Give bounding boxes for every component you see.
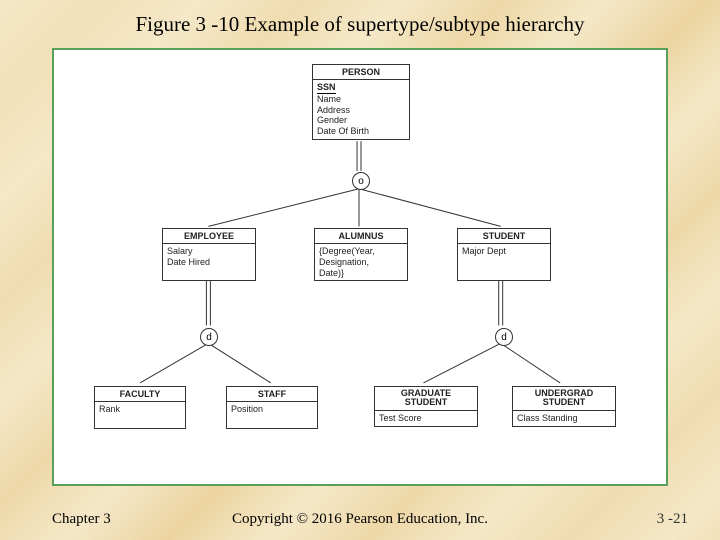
entity-employee-attr-0: Salary [167, 246, 251, 257]
disjoint-constraint-right: d [495, 328, 513, 346]
entity-graduate-student-attr-0: Test Score [379, 413, 473, 424]
entity-employee-name: EMPLOYEE [163, 229, 255, 244]
entity-alumnus-name: ALUMNUS [315, 229, 407, 244]
entity-alumnus-attr-1: Designation, [319, 257, 403, 268]
entity-faculty-attr-0: Rank [99, 404, 181, 415]
entity-person-attr-2: Gender [317, 115, 405, 126]
disjoint-constraint-left: d [200, 328, 218, 346]
entity-person-attr-1: Address [317, 105, 405, 116]
entity-graduate-student-name: GRADUATE STUDENT [375, 387, 477, 411]
entity-person: PERSON SSN Name Address Gender Date Of B… [312, 64, 410, 140]
entity-staff: STAFF Position [226, 386, 318, 429]
entity-faculty: FACULTY Rank [94, 386, 186, 429]
entity-student-name: STUDENT [458, 229, 550, 244]
entity-graduate-student: GRADUATE STUDENT Test Score [374, 386, 478, 427]
entity-alumnus-attr-0: {Degree(Year, [319, 246, 403, 257]
entity-undergrad-student: UNDERGRAD STUDENT Class Standing [512, 386, 616, 427]
diagram-canvas: PERSON SSN Name Address Gender Date Of B… [52, 48, 668, 486]
entity-student-attr-0: Major Dept [462, 246, 546, 257]
copyright-text: Copyright © 2016 Pearson Education, Inc. [0, 511, 720, 528]
entity-student: STUDENT Major Dept [457, 228, 551, 281]
entity-person-attr-3: Date Of Birth [317, 126, 405, 137]
overlap-constraint: o [352, 172, 370, 190]
entity-staff-attr-0: Position [231, 404, 313, 415]
entity-employee-attr-1: Date Hired [167, 257, 251, 268]
figure-title: Figure 3 -10 Example of supertype/subtyp… [0, 12, 720, 37]
entity-alumnus-attr-2: Date)} [319, 268, 403, 279]
entity-alumnus: ALUMNUS {Degree(Year, Designation, Date)… [314, 228, 408, 281]
entity-person-key: SSN [317, 82, 336, 94]
entity-undergrad-student-name: UNDERGRAD STUDENT [513, 387, 615, 411]
entity-person-name: PERSON [313, 65, 409, 80]
entity-staff-name: STAFF [227, 387, 317, 402]
page-number: 3 -21 [657, 511, 688, 528]
entity-undergrad-student-attr-0: Class Standing [517, 413, 611, 424]
entity-employee: EMPLOYEE Salary Date Hired [162, 228, 256, 281]
entity-faculty-name: FACULTY [95, 387, 185, 402]
entity-person-attr-0: Name [317, 94, 405, 105]
